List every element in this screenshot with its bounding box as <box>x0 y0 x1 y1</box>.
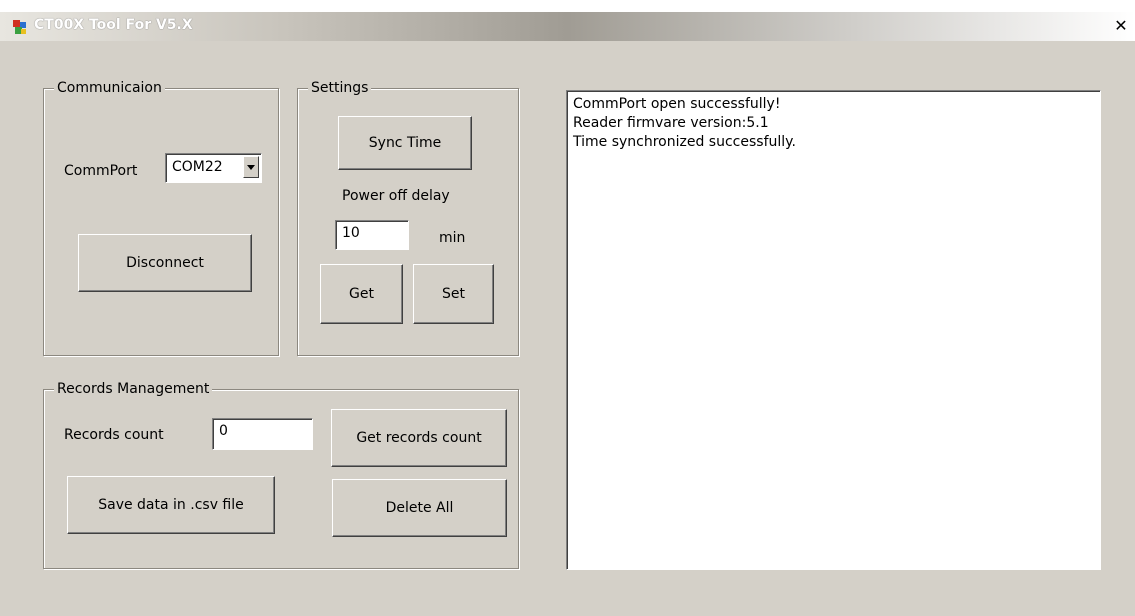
power-off-delay-input[interactable]: 10 <box>335 220 409 250</box>
set-delay-button[interactable]: Set <box>413 264 494 324</box>
log-line: Time synchronized successfully. <box>573 134 796 150</box>
records-count-input[interactable]: 0 <box>212 418 313 450</box>
close-icon: ✕ <box>1114 16 1128 35</box>
commport-select[interactable]: COM22 <box>165 153 262 183</box>
records-legend: Records Management <box>54 381 213 397</box>
window-title: CT00X Tool For V5.X <box>34 17 193 33</box>
records-count-value: 0 <box>219 423 228 439</box>
log-line: Reader firmvare version:5.1 <box>573 115 769 131</box>
get-delay-label: Get <box>349 286 374 302</box>
disconnect-button[interactable]: Disconnect <box>78 234 252 292</box>
log-output[interactable]: CommPort open successfully! Reader firmv… <box>566 90 1101 570</box>
get-records-count-button[interactable]: Get records count <box>331 409 507 467</box>
close-button[interactable]: ✕ <box>1112 17 1130 35</box>
communication-legend: Communicaion <box>54 80 165 96</box>
settings-legend: Settings <box>308 80 372 96</box>
records-count-label: Records count <box>64 427 164 443</box>
log-line: CommPort open successfully! <box>573 96 781 112</box>
chevron-down-icon[interactable] <box>243 156 259 178</box>
app-window: CT00X Tool For V5.X ✕ Communicaion CommP… <box>0 12 1135 616</box>
commport-label: CommPort <box>64 163 138 179</box>
set-delay-label: Set <box>442 286 465 302</box>
power-off-delay-label: Power off delay <box>342 188 450 204</box>
title-bar[interactable]: CT00X Tool For V5.X ✕ <box>0 12 1135 41</box>
app-icon <box>13 20 26 34</box>
disconnect-label: Disconnect <box>126 255 204 271</box>
sync-time-button[interactable]: Sync Time <box>338 116 472 170</box>
get-records-count-label: Get records count <box>356 430 482 446</box>
get-delay-button[interactable]: Get <box>320 264 403 324</box>
power-off-delay-value: 10 <box>342 225 360 241</box>
delete-all-label: Delete All <box>385 500 454 516</box>
delete-all-button[interactable]: Delete All <box>332 479 507 537</box>
sync-time-label: Sync Time <box>368 135 442 151</box>
minutes-unit-label: min <box>439 230 466 246</box>
save-csv-button[interactable]: Save data in .csv file <box>67 476 275 534</box>
communication-group <box>43 88 279 356</box>
save-csv-label: Save data in .csv file <box>98 497 244 513</box>
commport-value: COM22 <box>172 159 223 175</box>
